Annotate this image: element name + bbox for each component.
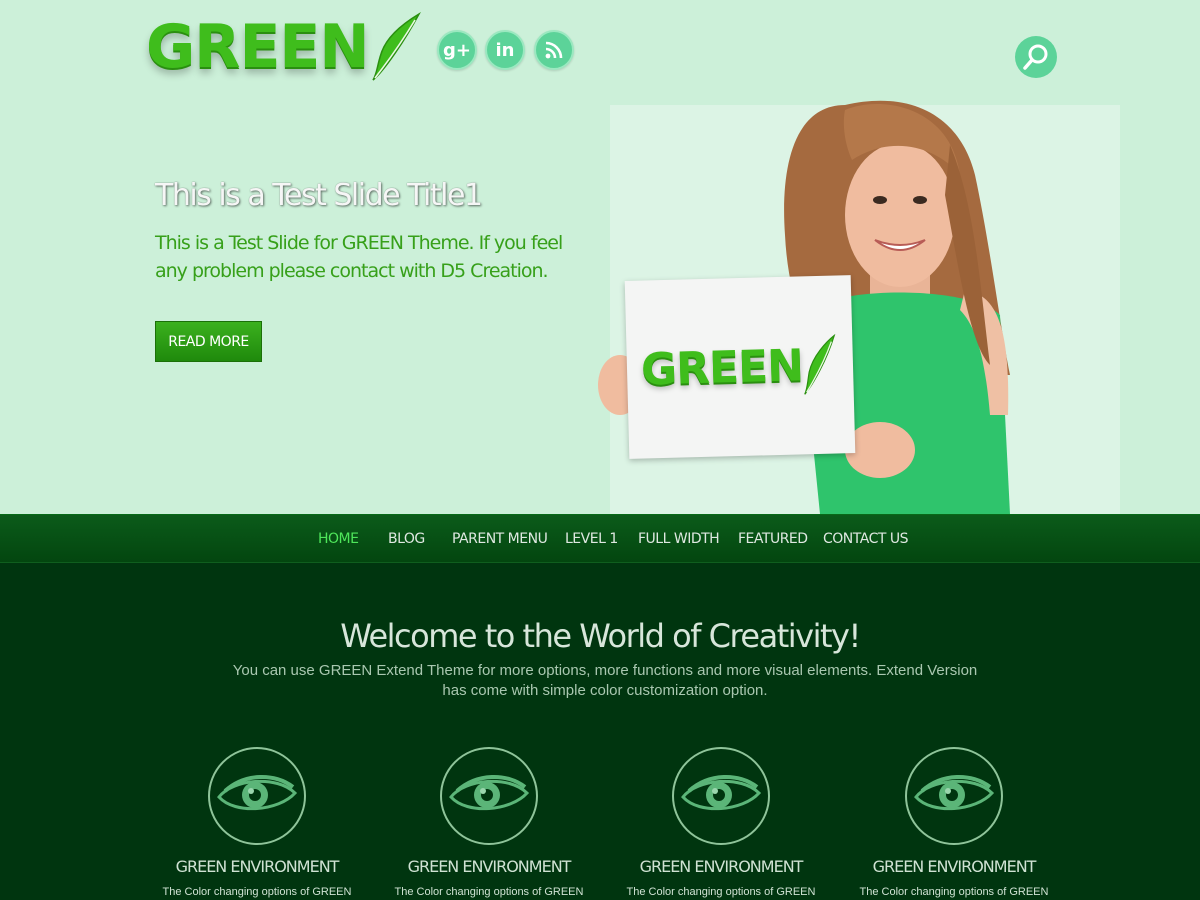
sign-card: GREEN	[624, 275, 856, 459]
slide-description: This is a Test Slide for GREEN Theme. If…	[155, 232, 563, 282]
welcome-text: You can use GREEN Extend Theme for more …	[232, 662, 978, 699]
feature-title: GREEN ENVIRONMENT	[175, 857, 340, 876]
read-more-button[interactable]: READ MORE	[155, 321, 262, 362]
nav-item-contact-us[interactable]: CONTACT US	[823, 515, 908, 564]
nav-item-featured[interactable]: FEATURED	[738, 515, 808, 564]
welcome-title: Welcome to the World of Creativity!	[340, 617, 861, 655]
nav-item-blog[interactable]: BLOG	[388, 515, 425, 564]
linkedin-glyph: in	[495, 39, 515, 61]
main-navigation: HOME BLOG PARENT MENU LEVEL 1 FULL WIDTH…	[0, 514, 1200, 563]
feature-box: GREEN ENVIRONMENT The Color changing opt…	[142, 747, 372, 898]
feature-text: The Color changing options of GREEN	[859, 886, 1049, 898]
feature-icon-circle	[905, 747, 1003, 845]
feature-icon-circle	[440, 747, 538, 845]
nav-item-level-1[interactable]: LEVEL 1	[565, 515, 618, 564]
eye-icon	[449, 774, 530, 811]
search-button[interactable]	[1015, 36, 1057, 78]
feature-icon-circle	[208, 747, 306, 845]
site-logo[interactable]: GREEN	[146, 11, 425, 82]
feature-box: GREEN ENVIRONMENT The Color changing opt…	[374, 747, 604, 898]
feature-box: GREEN ENVIRONMENT The Color changing opt…	[606, 747, 836, 898]
feature-text: The Color changing options of GREEN	[162, 886, 352, 898]
feature-title: GREEN ENVIRONMENT	[872, 857, 1037, 876]
google-plus-glyph: g+	[443, 39, 471, 61]
logo-text: GREEN	[146, 12, 370, 82]
slide-title: This is a Test Slide Title1	[155, 178, 483, 213]
eye-icon	[217, 774, 298, 811]
google-plus-icon[interactable]: g+	[437, 30, 477, 70]
rss-icon[interactable]	[534, 30, 574, 70]
content-area: Welcome to the World of Creativity! You …	[0, 563, 1200, 900]
nav-item-parent-menu[interactable]: PARENT MENU	[452, 515, 548, 564]
feature-text: The Color changing options of GREEN	[394, 886, 584, 898]
eye-icon	[681, 774, 762, 811]
card-logo-text: GREEN	[640, 339, 804, 396]
leaf-icon	[804, 333, 836, 395]
linkedin-icon[interactable]: in	[485, 30, 525, 70]
eye-icon	[914, 774, 995, 811]
feature-box: GREEN ENVIRONMENT The Color changing opt…	[839, 747, 1069, 898]
nav-item-home[interactable]: HOME	[318, 515, 359, 564]
nav-item-full-width[interactable]: FULL WIDTH	[638, 515, 720, 564]
rss-glyph	[545, 41, 563, 59]
hero-slider: GREEN g+ in This is a Test Slide Title1 …	[0, 0, 1200, 514]
magnifier-icon	[1023, 44, 1048, 70]
leaf-icon	[371, 11, 421, 81]
feature-text: The Color changing options of GREEN	[626, 886, 816, 898]
feature-title: GREEN ENVIRONMENT	[407, 857, 572, 876]
feature-icon-circle	[672, 747, 770, 845]
feature-title: GREEN ENVIRONMENT	[639, 857, 804, 876]
